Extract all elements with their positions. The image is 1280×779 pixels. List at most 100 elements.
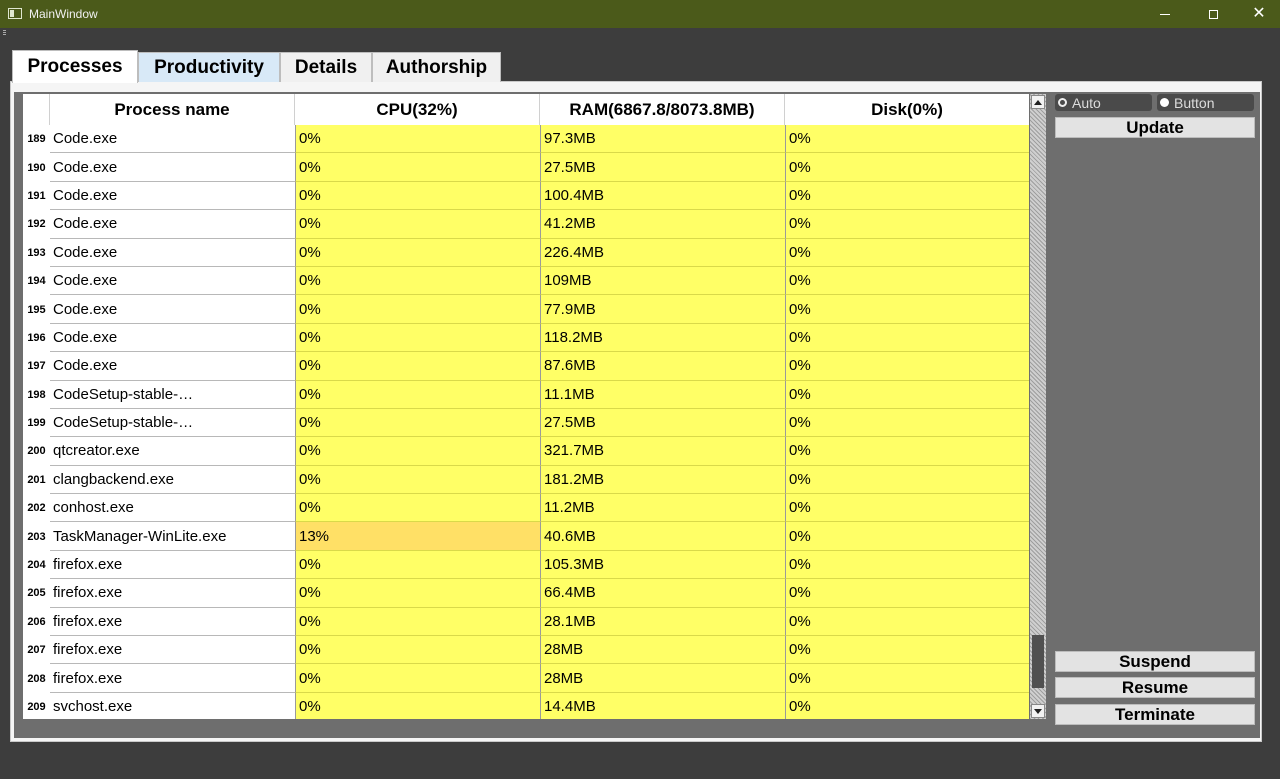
cpu-usage-cell[interactable]: 13% xyxy=(295,522,540,551)
cpu-usage-cell[interactable]: 0% xyxy=(295,352,540,381)
disk-usage-cell[interactable]: 0% xyxy=(785,522,1029,551)
suspend-button[interactable]: Suspend xyxy=(1055,651,1255,672)
table-row[interactable]: 209 svchost.exe 0% 14.4MB 0% xyxy=(23,692,1029,719)
terminate-button[interactable]: Terminate xyxy=(1055,704,1255,725)
table-row[interactable]: 202 conhost.exe 0% 11.2MB 0% xyxy=(23,494,1029,523)
scrollbar-thumb[interactable] xyxy=(1032,635,1044,688)
radio-auto-update[interactable]: Auto xyxy=(1055,94,1152,111)
table-row[interactable]: 200 qtcreator.exe 0% 321.7MB 0% xyxy=(23,437,1029,466)
cpu-usage-cell[interactable]: 0% xyxy=(295,323,540,353)
disk-usage-cell[interactable]: 0% xyxy=(785,125,1029,154)
tab-processes[interactable]: Processes xyxy=(12,50,138,83)
disk-usage-cell[interactable]: 0% xyxy=(785,238,1029,267)
scroll-down-button[interactable] xyxy=(1031,704,1045,718)
table-row[interactable]: 195 Code.exe 0% 77.9MB 0% xyxy=(23,295,1029,324)
disk-usage-cell[interactable]: 0% xyxy=(785,437,1029,466)
cpu-usage-cell[interactable]: 0% xyxy=(295,437,540,466)
tab-authorship[interactable]: Authorship xyxy=(372,52,501,82)
cpu-usage-cell[interactable]: 0% xyxy=(295,153,540,182)
cpu-usage-cell[interactable]: 0% xyxy=(295,579,540,608)
process-name-cell[interactable]: firefox.exe xyxy=(50,607,295,637)
ram-usage-cell[interactable]: 11.2MB xyxy=(540,494,785,523)
disk-usage-cell[interactable]: 0% xyxy=(785,153,1029,182)
table-row[interactable]: 207 firefox.exe 0% 28MB 0% xyxy=(23,636,1029,665)
process-name-cell[interactable]: firefox.exe xyxy=(50,664,295,693)
cpu-usage-cell[interactable]: 0% xyxy=(295,125,540,154)
table-row[interactable]: 204 firefox.exe 0% 105.3MB 0% xyxy=(23,550,1029,580)
disk-usage-cell[interactable]: 0% xyxy=(785,323,1029,353)
ram-usage-cell[interactable]: 28MB xyxy=(540,636,785,665)
ram-usage-cell[interactable]: 109MB xyxy=(540,266,785,296)
cpu-usage-cell[interactable]: 0% xyxy=(295,636,540,665)
table-corner[interactable] xyxy=(23,94,50,125)
table-row[interactable]: 197 Code.exe 0% 87.6MB 0% xyxy=(23,352,1029,381)
table-row[interactable]: 190 Code.exe 0% 27.5MB 0% xyxy=(23,153,1029,182)
disk-usage-cell[interactable]: 0% xyxy=(785,550,1029,580)
process-name-cell[interactable]: qtcreator.exe xyxy=(50,437,295,466)
cpu-usage-cell[interactable]: 0% xyxy=(295,494,540,523)
maximize-button[interactable] xyxy=(1190,0,1236,28)
process-name-cell[interactable]: Code.exe xyxy=(50,352,295,381)
cpu-usage-cell[interactable]: 0% xyxy=(295,607,540,637)
disk-usage-cell[interactable]: 0% xyxy=(785,408,1029,438)
cpu-usage-cell[interactable]: 0% xyxy=(295,295,540,324)
disk-usage-cell[interactable]: 0% xyxy=(785,692,1029,719)
disk-usage-cell[interactable]: 0% xyxy=(785,465,1029,495)
toolbar-grip-icon[interactable] xyxy=(3,30,6,36)
table-row[interactable]: 201 clangbackend.exe 0% 181.2MB 0% xyxy=(23,465,1029,495)
table-vertical-scrollbar[interactable] xyxy=(1030,94,1046,719)
scroll-up-button[interactable] xyxy=(1031,95,1045,109)
ram-usage-cell[interactable]: 181.2MB xyxy=(540,465,785,495)
cpu-usage-cell[interactable]: 0% xyxy=(295,181,540,211)
table-row[interactable]: 208 firefox.exe 0% 28MB 0% xyxy=(23,664,1029,693)
process-name-cell[interactable]: firefox.exe xyxy=(50,550,295,580)
ram-usage-cell[interactable]: 27.5MB xyxy=(540,408,785,438)
disk-usage-cell[interactable]: 0% xyxy=(785,607,1029,637)
cpu-usage-cell[interactable]: 0% xyxy=(295,664,540,693)
process-table[interactable]: Process name CPU(32%) RAM(6867.8/8073.8M… xyxy=(23,94,1029,719)
table-row[interactable]: 189 Code.exe 0% 97.3MB 0% xyxy=(23,125,1029,154)
process-name-cell[interactable]: Code.exe xyxy=(50,238,295,267)
cpu-usage-cell[interactable]: 0% xyxy=(295,550,540,580)
resume-button[interactable]: Resume xyxy=(1055,677,1255,698)
ram-usage-cell[interactable]: 11.1MB xyxy=(540,380,785,409)
column-header-cpu[interactable]: CPU(32%) xyxy=(295,94,540,125)
disk-usage-cell[interactable]: 0% xyxy=(785,380,1029,409)
cpu-usage-cell[interactable]: 0% xyxy=(295,408,540,438)
table-row[interactable]: 199 CodeSetup-stable-… 0% 27.5MB 0% xyxy=(23,408,1029,438)
process-name-cell[interactable]: Code.exe xyxy=(50,153,295,182)
process-name-cell[interactable]: clangbackend.exe xyxy=(50,465,295,495)
tab-productivity[interactable]: Productivity xyxy=(138,52,280,82)
process-name-cell[interactable]: firefox.exe xyxy=(50,636,295,665)
tab-details[interactable]: Details xyxy=(280,52,372,82)
ram-usage-cell[interactable]: 28.1MB xyxy=(540,607,785,637)
radio-button-update[interactable]: Button xyxy=(1157,94,1254,111)
cpu-usage-cell[interactable]: 0% xyxy=(295,238,540,267)
ram-usage-cell[interactable]: 118.2MB xyxy=(540,323,785,353)
ram-usage-cell[interactable]: 28MB xyxy=(540,664,785,693)
ram-usage-cell[interactable]: 27.5MB xyxy=(540,153,785,182)
cpu-usage-cell[interactable]: 0% xyxy=(295,692,540,719)
disk-usage-cell[interactable]: 0% xyxy=(785,664,1029,693)
cpu-usage-cell[interactable]: 0% xyxy=(295,266,540,296)
ram-usage-cell[interactable]: 97.3MB xyxy=(540,125,785,154)
process-name-cell[interactable]: TaskManager-WinLite.exe xyxy=(50,522,295,551)
cpu-usage-cell[interactable]: 0% xyxy=(295,380,540,409)
table-row[interactable]: 198 CodeSetup-stable-… 0% 11.1MB 0% xyxy=(23,380,1029,409)
disk-usage-cell[interactable]: 0% xyxy=(785,579,1029,608)
process-name-cell[interactable]: firefox.exe xyxy=(50,579,295,608)
disk-usage-cell[interactable]: 0% xyxy=(785,181,1029,211)
table-row[interactable]: 193 Code.exe 0% 226.4MB 0% xyxy=(23,238,1029,267)
disk-usage-cell[interactable]: 0% xyxy=(785,210,1029,239)
ram-usage-cell[interactable]: 226.4MB xyxy=(540,238,785,267)
ram-usage-cell[interactable]: 41.2MB xyxy=(540,210,785,239)
ram-usage-cell[interactable]: 321.7MB xyxy=(540,437,785,466)
ram-usage-cell[interactable]: 100.4MB xyxy=(540,181,785,211)
cpu-usage-cell[interactable]: 0% xyxy=(295,465,540,495)
column-header-ram[interactable]: RAM(6867.8/8073.8MB) xyxy=(540,94,785,125)
process-name-cell[interactable]: CodeSetup-stable-… xyxy=(50,408,295,438)
process-name-cell[interactable]: Code.exe xyxy=(50,266,295,296)
table-row[interactable]: 194 Code.exe 0% 109MB 0% xyxy=(23,266,1029,296)
ram-usage-cell[interactable]: 40.6MB xyxy=(540,522,785,551)
process-name-cell[interactable]: svchost.exe xyxy=(50,692,295,719)
